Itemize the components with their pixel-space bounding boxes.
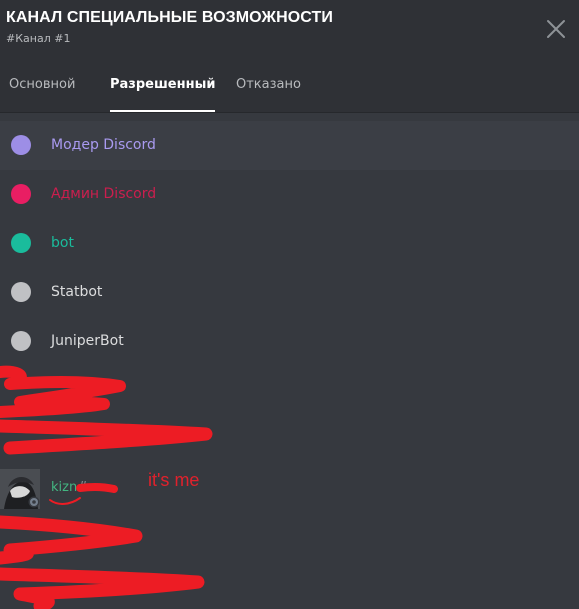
tab-allowed-label: Разрешенный	[110, 77, 216, 92]
close-icon[interactable]	[545, 18, 567, 40]
modal-title: КАНАЛ СПЕЦИАЛЬНЫЕ ВОЗМОЖНОСТИ	[6, 9, 334, 26]
member-discriminator-prefix: #	[77, 480, 89, 495]
role-label: Модер Discord	[51, 137, 156, 153]
modal-header: КАНАЛ СПЕЦИАЛЬНЫЕ ВОЗМОЖНОСТИ #Канал #1	[0, 0, 579, 58]
role-label: Statbot	[51, 284, 103, 300]
role-label: Админ Discord	[51, 186, 157, 202]
role-label: JuniperBot	[51, 333, 124, 349]
role-color-dot	[11, 331, 31, 351]
member-name: kizn#	[51, 480, 88, 495]
role-label: bot	[51, 235, 74, 251]
role-color-dot	[11, 282, 31, 302]
role-item-juniperbot[interactable]: JuniperBot	[0, 317, 579, 366]
role-item-statbot[interactable]: Statbot	[0, 268, 579, 317]
tab-allowed[interactable]: Разрешенный	[110, 58, 216, 112]
tab-main[interactable]: Основной	[9, 58, 75, 112]
role-color-dot	[11, 135, 31, 155]
role-color-dot	[11, 233, 31, 253]
role-color-dot	[11, 184, 31, 204]
annotation-its-me: it's me	[148, 470, 200, 490]
channel-subtitle: #Канал #1	[6, 32, 71, 45]
member-item-self[interactable]: kizn#	[0, 463, 579, 512]
role-item-bot[interactable]: bot	[0, 219, 579, 268]
tab-main-label: Основной	[9, 77, 76, 92]
permitted-roles-list: Модер Discord Админ Discord bot Statbot …	[0, 121, 579, 366]
tab-denied-label: Отказано	[236, 77, 301, 92]
status-offline-icon	[28, 496, 40, 508]
active-tab-indicator	[110, 110, 216, 112]
role-item-moder[interactable]: Модер Discord	[0, 121, 579, 170]
tab-denied[interactable]: Отказано	[236, 58, 301, 112]
tab-bar: Основной Разрешенный Отказано	[0, 58, 579, 113]
member-username: kizn	[51, 480, 78, 495]
role-item-admin[interactable]: Админ Discord	[0, 170, 579, 219]
